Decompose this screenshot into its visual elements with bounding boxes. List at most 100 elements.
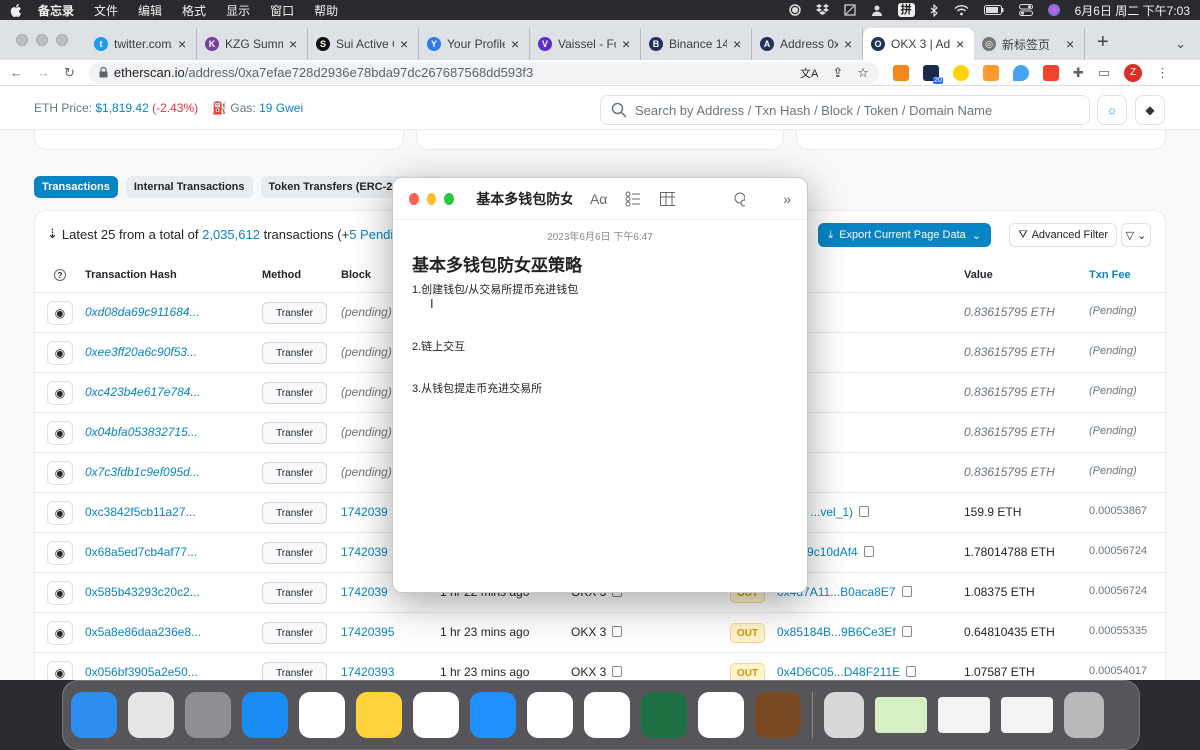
block-cell[interactable]: 17420395 [341,625,394,639]
tab-close-icon[interactable]: × [178,36,188,52]
dock-recent-window-1[interactable] [824,692,864,738]
copy-icon[interactable] [901,626,912,637]
dock-app-store-icon[interactable] [242,692,288,738]
more-toolbar-chevron-icon[interactable]: » [783,191,791,207]
menu-format[interactable]: 格式 [182,2,206,19]
dock-launchpad-icon[interactable] [128,692,174,738]
trash-icon[interactable] [1064,692,1104,738]
eye-preview-icon[interactable]: ◉ [47,421,73,445]
block-cell[interactable]: 17420393 [341,665,394,679]
apple-icon[interactable] [10,3,22,17]
note-line-3[interactable]: 3.从钱包提走币充进交易所 [412,380,542,396]
eye-preview-icon[interactable]: ◉ [47,581,73,605]
advanced-filter-button[interactable]: ⛛ Advanced Filter [1009,223,1117,247]
dock-recent-window-3[interactable] [938,697,990,733]
browser-tab-3[interactable]: Y Your Profile | × [419,28,530,60]
export-button[interactable]: ⤓ Export Current Page Data ⌄ [818,223,991,247]
fox-extension-icon[interactable] [982,64,999,81]
notes-zoom-button[interactable] [444,192,455,205]
eye-preview-icon[interactable]: ◉ [47,301,73,325]
back-arrow-icon[interactable]: ← [10,65,23,80]
copy-icon[interactable] [612,626,623,637]
tab-internal-transactions[interactable]: Internal Transactions [125,176,253,198]
menubar-clock[interactable]: 6月6日 周二 下午7:03 [1075,2,1190,19]
bookmark-star-icon[interactable]: ☆ [857,65,869,81]
eye-preview-icon[interactable]: ◉ [47,661,73,680]
tab-transactions[interactable]: Transactions [34,176,118,198]
browser-tab-1[interactable]: K KZG Summon × [197,28,308,60]
etherscan-search-input[interactable]: Search by Address / Txn Hash / Block / T… [600,95,1090,125]
note-line-1[interactable]: 1.创建钱包/从交易所提币充进钱包 [412,281,578,297]
browser-tab-6[interactable]: A Address 0x9 × [752,28,863,60]
forward-arrow-icon[interactable]: → [37,65,50,80]
block-cell[interactable]: 1742039 [341,545,388,559]
copy-icon[interactable] [859,506,870,517]
copy-icon[interactable] [901,586,912,597]
txn-hash-link[interactable]: 0x056bf3905a2e50... [85,665,198,679]
menu-edit[interactable]: 编辑 [138,2,162,19]
txn-hash-link[interactable]: 0xc3842f5cb11a27... [85,505,196,519]
copy-icon[interactable] [906,666,917,677]
txn-hash-link[interactable]: 0x68a5ed7cb4af77... [85,545,197,559]
txn-hash-link[interactable]: 0xd08da69c911684... [85,305,200,319]
notes-close-button[interactable] [409,192,419,205]
battery-icon[interactable] [983,5,1004,15]
browser-tab-7[interactable]: O OKX 3 | Add × [863,28,974,60]
eye-preview-icon[interactable]: ◉ [47,621,73,645]
browser-tab-5[interactable]: B Binance 14 | × [641,28,752,60]
tab-close-icon[interactable]: × [511,36,521,52]
summary-total[interactable]: 2,035,612 [202,227,260,242]
browser-tab-4[interactable]: V Vaissel - Foo × [530,28,641,60]
dock-excel-icon[interactable] [641,692,687,738]
zoom-window-button[interactable] [56,34,68,46]
dock-reminders-icon[interactable] [299,692,345,738]
eye-preview-icon[interactable]: ◉ [47,541,73,565]
close-window-button[interactable] [16,34,28,46]
to-cell[interactable]: 0x4D6C05...D48F211E [777,665,917,679]
collaborate-icon[interactable] [731,191,746,207]
browser-menu-icon[interactable]: ⋮ [1156,65,1169,81]
copy-icon[interactable] [863,546,874,557]
txn-hash-link[interactable]: 0xc423b4e617e784... [85,385,200,399]
gas-price[interactable]: 19 Gwei [259,101,303,115]
eye-preview-icon[interactable]: ◉ [47,501,73,525]
copy-icon[interactable] [612,666,623,677]
extensions-puzzle-icon[interactable]: ✚ [1073,65,1084,81]
drop-extension-icon[interactable] [1012,64,1029,81]
block-cell[interactable]: 1742039 [341,505,388,519]
reload-icon[interactable]: ↻ [64,65,75,81]
dock-freeform-icon[interactable] [413,692,459,738]
menu-app-name[interactable]: 备忘录 [38,2,74,19]
red-extension-icon[interactable] [1042,64,1059,81]
dock-recent-window-4[interactable] [1001,697,1053,733]
dock-notes-icon[interactable] [356,692,402,738]
dock-chrome-icon[interactable] [527,692,573,738]
browser-tab-0[interactable]: t twitter.com/i/ × [86,28,197,60]
table-icon[interactable] [659,191,675,206]
control-center-icon[interactable] [1018,4,1033,16]
translate-icon[interactable]: 文A [800,65,818,81]
dock-game-app-icon[interactable] [755,692,801,738]
from-cell[interactable]: OKX 3 [571,665,623,679]
url-bar[interactable]: etherscan.io/address/0xa7efae728d2936e78… [88,61,879,84]
new-tab-button[interactable]: + [1085,31,1109,60]
tab-search-chevron-icon[interactable]: ⌄ [1175,36,1186,60]
bluetooth-icon[interactable] [930,3,939,17]
network-switch-button[interactable]: ◆ [1135,95,1165,125]
dock-recent-window-2[interactable] [875,697,927,733]
yellow-extension-icon[interactable] [952,64,969,81]
txn-hash-link[interactable]: 0xee3ff20a6c90f53... [85,345,197,359]
menu-help[interactable]: 帮助 [314,2,338,19]
dock-baidu-netdisk-icon[interactable] [698,692,744,738]
to-cell[interactable]: 0x85184B...9B6Ce3Ef [777,625,912,639]
dropbox-icon[interactable] [815,4,829,16]
filter-dropdown-button[interactable]: ▽ ⌄ [1121,223,1151,247]
record-icon[interactable] [788,4,801,16]
extension-badge-icon[interactable]: 20 [922,64,943,84]
metamask-extension-icon[interactable] [892,64,909,81]
help-icon[interactable]: ? [54,269,66,281]
col-txn-fee[interactable]: Txn Fee [1089,269,1131,281]
dock-system-settings-icon[interactable] [185,692,231,738]
menu-file[interactable]: 文件 [94,2,118,19]
tab-close-icon[interactable]: × [400,36,410,52]
